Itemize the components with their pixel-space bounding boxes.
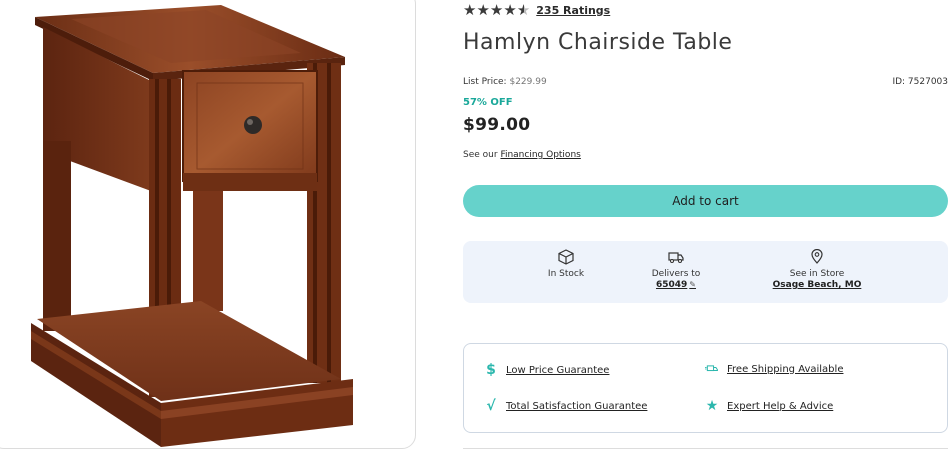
star-icon: ★ [503, 0, 517, 19]
delivery-info: Delivers to 65049 ✎ [641, 249, 711, 290]
delivery-label: Delivers to [651, 269, 701, 279]
guarantee-satisfaction: √ Total Satisfaction Guarantee [484, 399, 647, 413]
pencil-icon[interactable]: ✎ [689, 280, 696, 289]
financing-options-link[interactable]: Financing Options [500, 150, 580, 160]
list-price-label: List Price: [463, 77, 507, 87]
sale-price: $99.00 [463, 115, 531, 135]
star-icon: ★ [489, 0, 504, 19]
dollar-icon: $ [486, 362, 496, 378]
box-icon [558, 249, 574, 265]
map-pin-icon [811, 249, 823, 264]
store-location-link[interactable]: Osage Beach, MO [765, 280, 869, 290]
free-shipping-link[interactable]: Free Shipping Available [727, 364, 843, 375]
star-icon: ★ [705, 398, 719, 414]
guarantees-panel: $ Low Price Guarantee Free Shipping Avai… [463, 343, 948, 433]
star-icon: ★ [476, 0, 490, 19]
check-icon: √ [486, 398, 496, 414]
guarantee-expert-help: ★ Expert Help & Advice [705, 398, 834, 414]
truck-icon [668, 252, 684, 263]
delivery-zip-link[interactable]: 65049 ✎ [641, 280, 711, 290]
financing-prefix: See our [463, 150, 498, 160]
star-icon: ★ [463, 0, 477, 19]
low-price-guarantee-link[interactable]: Low Price Guarantee [506, 365, 609, 376]
product-image-panel[interactable] [0, 0, 416, 449]
product-title: Hamlyn Chairside Table [463, 30, 733, 55]
shipping-icon [705, 365, 718, 372]
chairside-table-image [31, 5, 353, 447]
store-info: See in Store Osage Beach, MO [765, 249, 869, 290]
stock-label: In Stock [547, 269, 585, 279]
guarantee-low-price: $ Low Price Guarantee [484, 363, 609, 377]
delivery-zip: 65049 [655, 280, 688, 290]
rating-row: ★ ★ ★ ★ ★ 235 Ratings [463, 1, 610, 19]
stock-status: In Stock [531, 249, 601, 279]
availability-panel: In Stock Delivers to 65049 ✎ See in Store… [463, 241, 948, 303]
guarantee-free-shipping: Free Shipping Available [705, 363, 843, 375]
ratings-link[interactable]: 235 Ratings [536, 4, 610, 17]
list-price: List Price: $229.99 [463, 77, 547, 87]
store-label: See in Store [789, 269, 845, 279]
list-price-value: $229.99 [509, 77, 547, 87]
star-rating: ★ ★ ★ ★ ★ [463, 0, 531, 19]
half-star-icon: ★ [516, 0, 531, 19]
product-id: ID: 7527003 [892, 77, 948, 87]
add-to-cart-button[interactable]: Add to cart [463, 185, 948, 217]
discount-badge: 57% OFF [463, 97, 513, 108]
satisfaction-guarantee-link[interactable]: Total Satisfaction Guarantee [506, 401, 647, 412]
financing-note: See our Financing Options [463, 150, 581, 160]
expert-help-link[interactable]: Expert Help & Advice [727, 401, 833, 412]
